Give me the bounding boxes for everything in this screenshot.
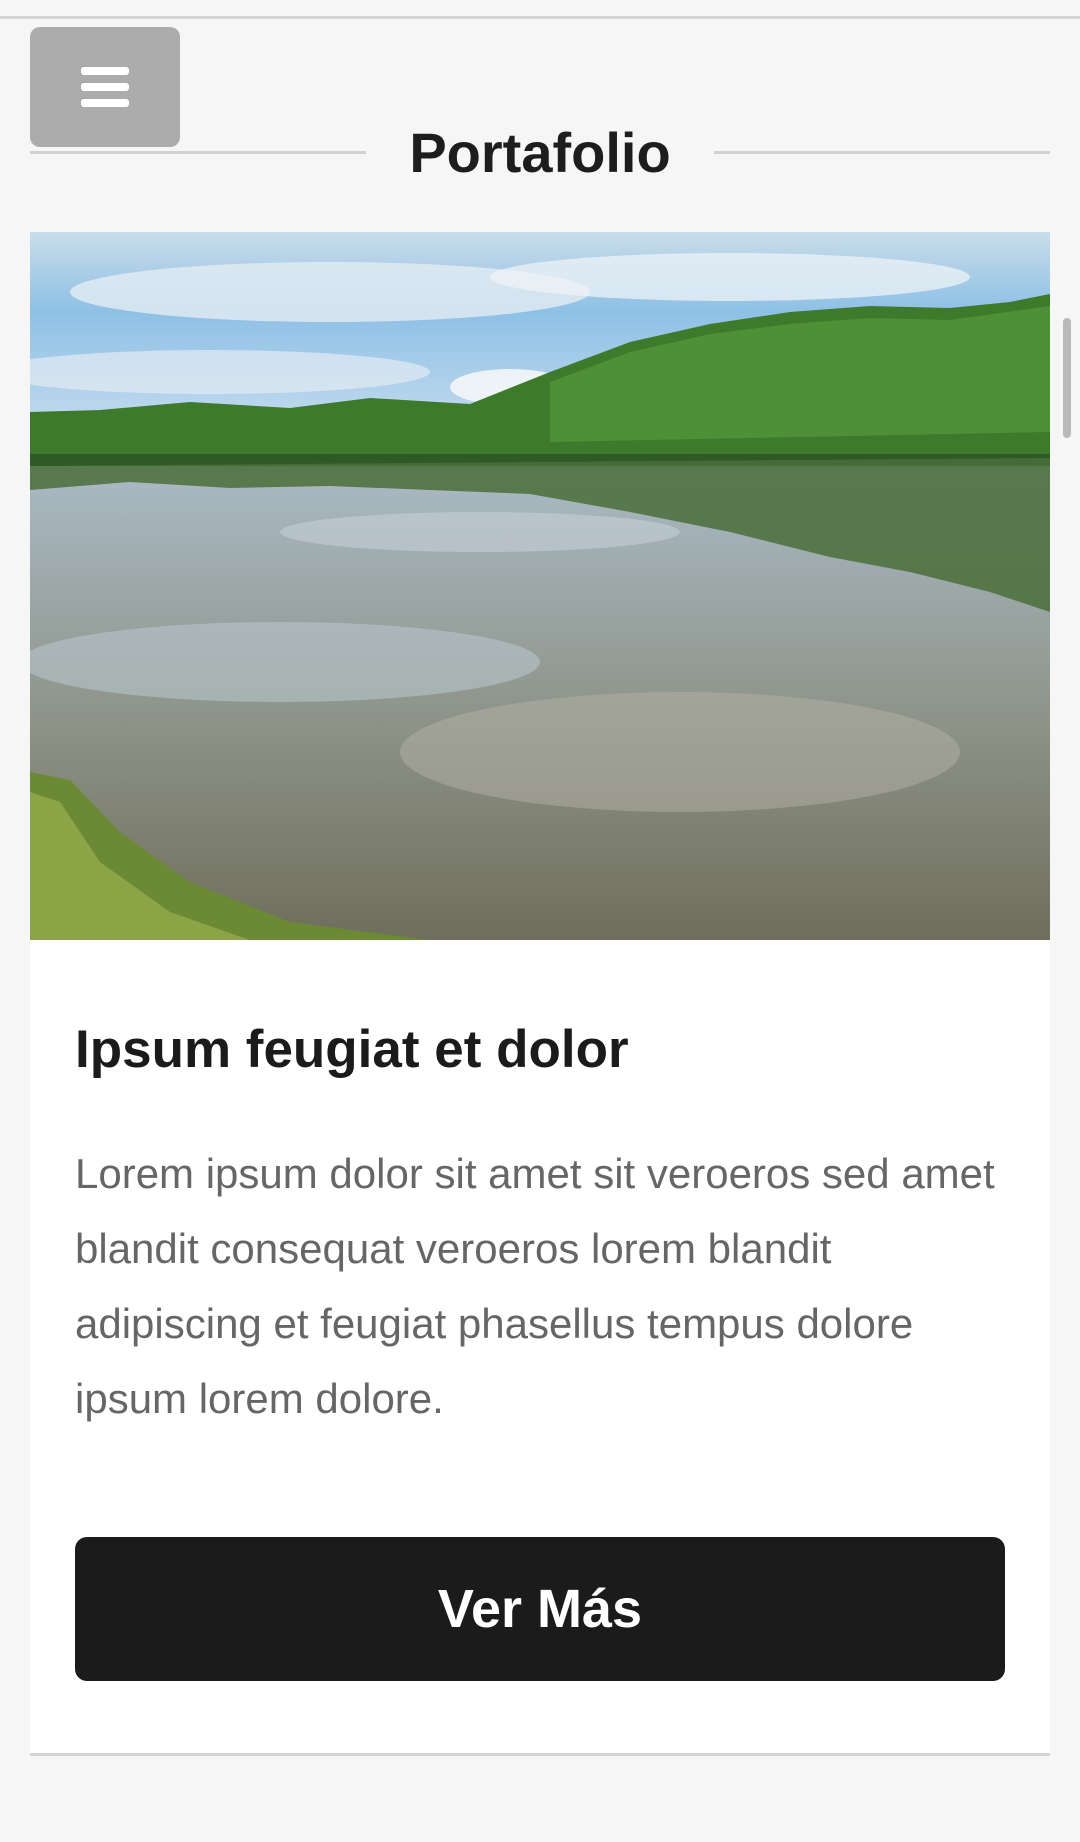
portfolio-card: Ipsum feugiat et dolor Lorem ipsum dolor… <box>30 232 1050 1754</box>
section-header: Portafolio <box>30 113 1050 193</box>
header-line-right <box>714 151 1050 154</box>
bottom-divider <box>30 1753 1050 1756</box>
card-title: Ipsum feugiat et dolor <box>75 1020 629 1079</box>
lake-image[interactable] <box>30 232 1050 940</box>
scrollbar[interactable] <box>1063 318 1071 438</box>
hamburger-menu-icon <box>81 67 129 107</box>
see-more-button[interactable]: Ver Más <box>75 1537 1005 1681</box>
top-divider <box>0 16 1080 19</box>
card-description: Lorem ipsum dolor sit amet sit veroeros … <box>75 1150 995 1422</box>
